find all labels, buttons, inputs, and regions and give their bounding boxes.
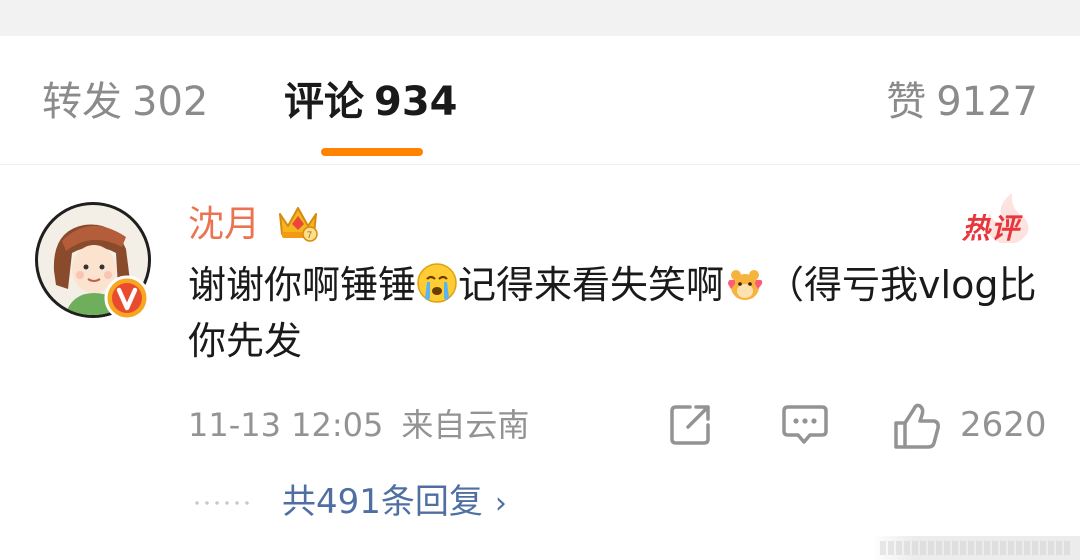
like-button[interactable]: 2620	[892, 401, 1047, 451]
replies-label: 共491条回复	[282, 482, 483, 522]
chevron-right-icon: ›	[494, 486, 507, 521]
crying-emoji-icon	[417, 263, 457, 303]
comment-username[interactable]: 沈月	[188, 203, 260, 247]
comment-meta: 11-13 12:05 来自云南	[188, 405, 529, 445]
svg-text:7: 7	[307, 230, 312, 240]
tab-like-label: 赞	[886, 79, 927, 125]
comment-text-part2: 记得来看失笑啊	[458, 263, 725, 307]
tab-repost[interactable]: 转发 302	[42, 78, 208, 126]
tab-bar: 转发 302 评论 934 赞 9127	[0, 36, 1080, 165]
comment-icon[interactable]	[782, 401, 828, 447]
crown-badge-icon: 7	[279, 207, 318, 242]
verified-v-badge-icon	[104, 275, 150, 321]
tab-comment[interactable]: 评论 934	[284, 78, 458, 126]
tab-like[interactable]: 赞 9127	[886, 78, 1038, 126]
comment-text-part1: 谢谢你啊锤锤	[188, 263, 417, 307]
share-icon[interactable]	[668, 401, 714, 447]
tab-repost-count: 302	[132, 79, 209, 125]
comment-item: 沈月 7 热评 谢谢你啊锤锤 记得来看失笑啊 （得亏我vlog比你先发 11-1…	[0, 165, 1080, 560]
active-tab-indicator	[321, 148, 423, 156]
like-count: 2620	[960, 405, 1047, 445]
thumbs-up-icon	[894, 403, 940, 449]
top-separator	[0, 0, 1080, 36]
comment-timestamp: 11-13 12:05	[188, 406, 384, 444]
tab-comment-label: 评论	[284, 79, 364, 125]
comment-location: 来自云南	[401, 406, 530, 444]
hamster-heart-emoji-icon	[728, 270, 763, 300]
tab-repost-label: 转发	[42, 79, 122, 125]
hot-comment-label: 热评	[962, 212, 1021, 245]
view-replies-link[interactable]: 共491条回复 ›	[282, 481, 507, 525]
watermark-texture	[880, 541, 1070, 555]
tab-like-count: 9127	[936, 79, 1038, 125]
reply-dots-divider	[192, 501, 254, 505]
comment-text: 谢谢你啊锤锤 记得来看失笑啊 （得亏我vlog比你先发	[188, 257, 1048, 369]
tab-comment-count: 934	[374, 79, 458, 125]
